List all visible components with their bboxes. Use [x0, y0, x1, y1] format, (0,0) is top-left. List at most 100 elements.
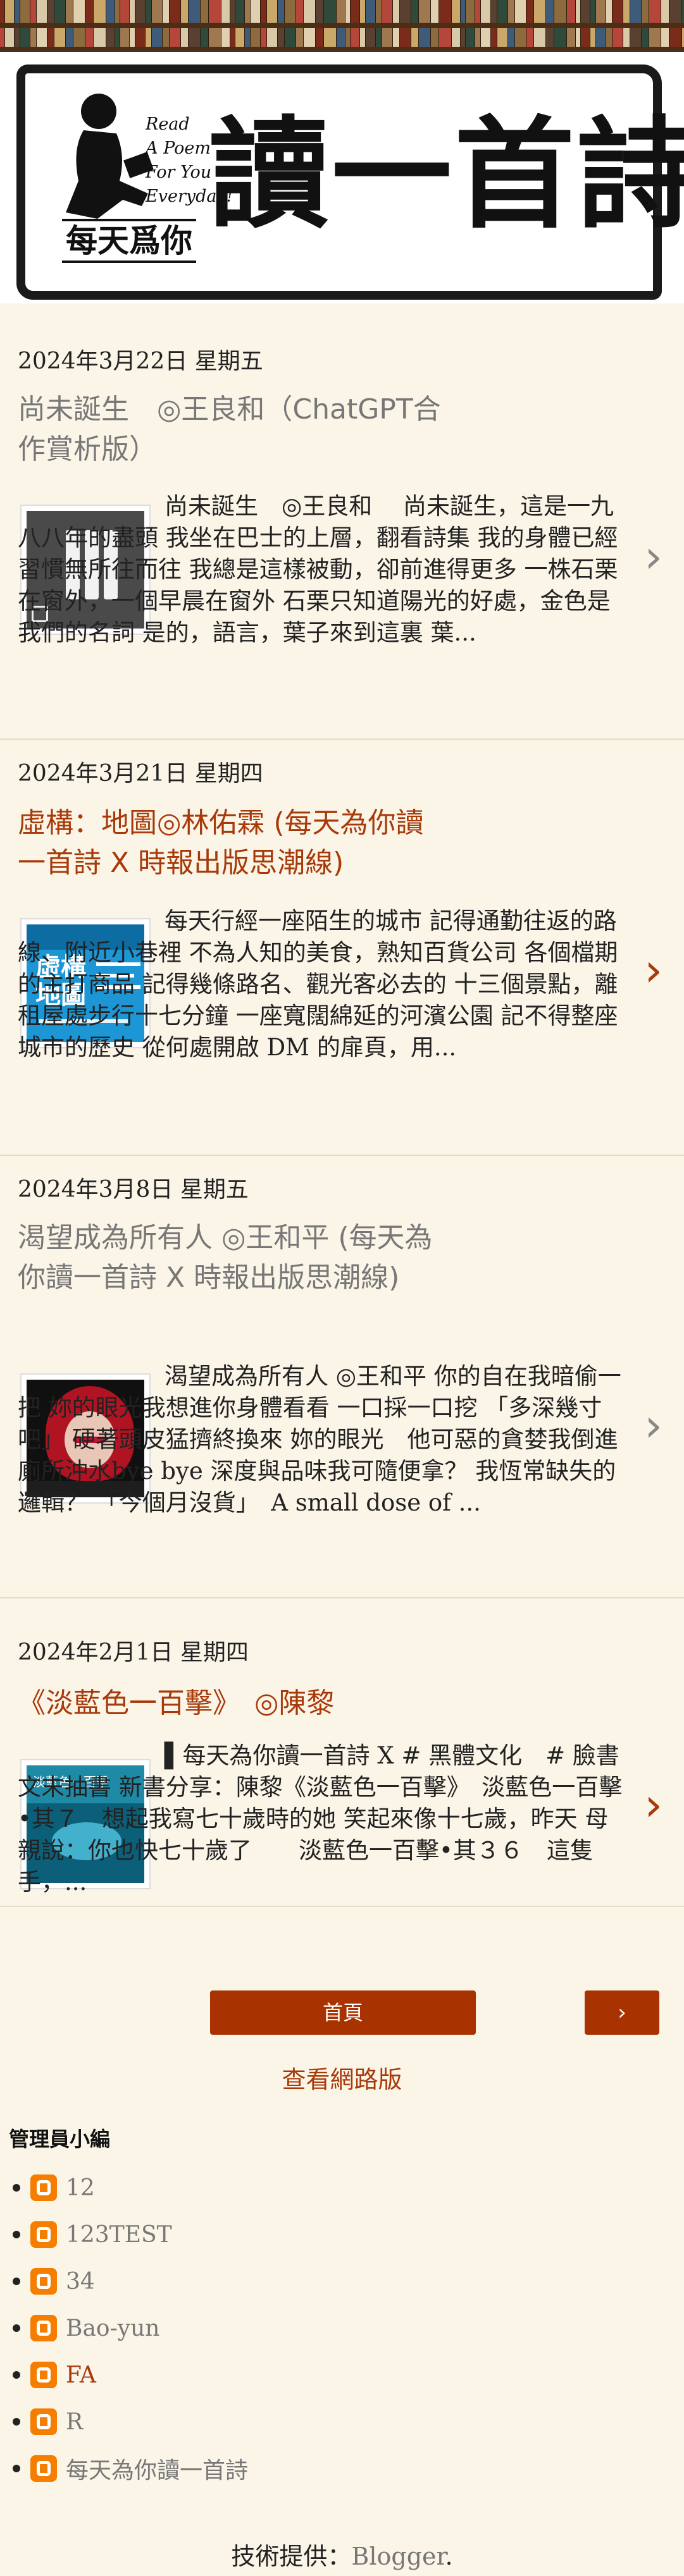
profile-name[interactable]: 34	[66, 2269, 95, 2295]
chevron-right-icon[interactable]: ›	[644, 534, 662, 579]
book-spine	[475, 0, 480, 23]
post-title[interactable]: 虛構：地圖◎林佑霖 (每天為你讀一首詩 X 時報出版思潮線)	[18, 803, 448, 883]
book-spine	[351, 0, 359, 23]
book-spine	[230, 28, 235, 47]
book-spine	[209, 0, 221, 23]
bullet-icon	[13, 2418, 20, 2426]
book-spine	[515, 0, 526, 23]
book-spine	[181, 28, 188, 47]
profile-name[interactable]: R	[66, 2409, 83, 2435]
book-spine	[382, 0, 392, 23]
book-spine	[251, 28, 260, 47]
book-spine	[5, 28, 14, 47]
book-spine	[400, 0, 411, 23]
book-spine	[431, 28, 438, 47]
book-spine	[669, 0, 681, 23]
book-spine	[135, 0, 145, 23]
book-spine	[596, 28, 606, 47]
profile-item[interactable]: 12	[13, 2169, 95, 2207]
book-spine	[630, 0, 641, 23]
powered-by-label: 技術提供：	[231, 2542, 352, 2570]
book-spine	[461, 0, 465, 23]
blogger-link[interactable]: Blogger	[351, 2542, 445, 2570]
book-spine	[146, 28, 151, 47]
book-spine	[120, 28, 129, 47]
bullet-icon	[13, 2278, 20, 2285]
post-title[interactable]: 尚未誕生 ◎王良和（ChatGPT合作賞析版）	[18, 389, 448, 469]
book-spine	[261, 0, 266, 23]
book-spine	[66, 0, 73, 23]
profile-item[interactable]: Bao-yun	[13, 2309, 159, 2347]
book-spine	[181, 0, 188, 23]
book-spine	[534, 0, 545, 23]
book-spine	[393, 28, 399, 47]
book-spine	[324, 0, 336, 23]
book-spine	[546, 0, 554, 23]
book-spine	[285, 28, 295, 47]
book-spine	[146, 0, 151, 23]
post-title[interactable]: 《淡藍色一百擊》 ◎陳黎	[18, 1683, 448, 1723]
profile-name[interactable]: FA	[66, 2362, 96, 2388]
book-spine	[439, 0, 451, 23]
book-spine	[508, 28, 514, 47]
book-spine	[612, 0, 623, 23]
book-spine	[576, 28, 580, 47]
chevron-right-icon[interactable]: ›	[644, 947, 662, 993]
book-spine	[170, 28, 180, 47]
book-spine	[66, 28, 73, 47]
book-spine	[130, 0, 135, 23]
book-spine	[85, 0, 93, 23]
book-spine	[466, 28, 475, 47]
blogger-icon	[30, 2174, 57, 2201]
book-spine	[475, 28, 480, 47]
book-spine	[481, 0, 490, 23]
book-spine	[567, 0, 575, 23]
bullet-icon	[13, 2231, 20, 2238]
post-title[interactable]: 渴望成為所有人 ◎王和平 (每天為你讀一首詩 X 時報出版思潮線)	[18, 1218, 448, 1297]
profile-name[interactable]: 每天為你讀一首詩	[66, 2452, 248, 2485]
book-spine	[411, 0, 418, 23]
book-spine	[189, 28, 200, 47]
book-spine	[411, 28, 418, 47]
older-posts-button[interactable]: ›	[585, 1990, 659, 2035]
profile-name[interactable]: Bao-yun	[66, 2315, 159, 2341]
chevron-right-icon[interactable]: ›	[644, 1402, 662, 1448]
book-spine	[623, 0, 630, 23]
book-spine	[590, 28, 595, 47]
book-spine	[130, 28, 135, 47]
book-spine	[261, 28, 266, 47]
book-spine	[37, 0, 47, 23]
book-spine	[304, 28, 315, 47]
post-item: 2024年2月1日 星期四 《淡藍色一百擊》 ◎陳黎 淡藍色一百擊 ▌每天為你讀…	[0, 1598, 684, 1907]
book-spine	[661, 28, 669, 47]
book-spine	[526, 28, 533, 47]
book-spine	[366, 28, 375, 47]
book-spine	[15, 0, 20, 23]
profile-item[interactable]: 每天為你讀一首詩	[13, 2450, 248, 2487]
profile-name[interactable]: 123TEST	[66, 2222, 172, 2248]
web-version-link[interactable]: 查看網路版	[0, 2060, 684, 2095]
book-spine	[481, 28, 490, 47]
book-spine	[669, 28, 681, 47]
book-spine	[596, 0, 606, 23]
home-button[interactable]: 首頁	[210, 1990, 476, 2035]
book-spine	[316, 0, 323, 23]
profile-name[interactable]: 12	[66, 2175, 95, 2201]
book-spine	[267, 0, 277, 23]
book-spine	[20, 28, 30, 47]
profile-item[interactable]: FA	[13, 2356, 96, 2394]
profile-item[interactable]: 34	[13, 2262, 95, 2300]
book-spine	[245, 0, 250, 23]
book-spine	[54, 0, 65, 23]
book-spine	[337, 0, 345, 23]
book-spine	[508, 0, 514, 23]
book-spine	[419, 0, 430, 23]
blog-banner-logo[interactable]: Read A Poem For You Everyday! 讀一首詩 每天爲你	[16, 64, 684, 300]
book-spine	[163, 0, 169, 23]
book-spine	[152, 0, 162, 23]
profile-item[interactable]: 123TEST	[13, 2216, 172, 2254]
profile-item[interactable]: R	[13, 2403, 83, 2441]
blogger-icon	[30, 2455, 57, 2482]
chevron-right-icon[interactable]: ›	[644, 1782, 662, 1827]
book-spine	[497, 28, 507, 47]
